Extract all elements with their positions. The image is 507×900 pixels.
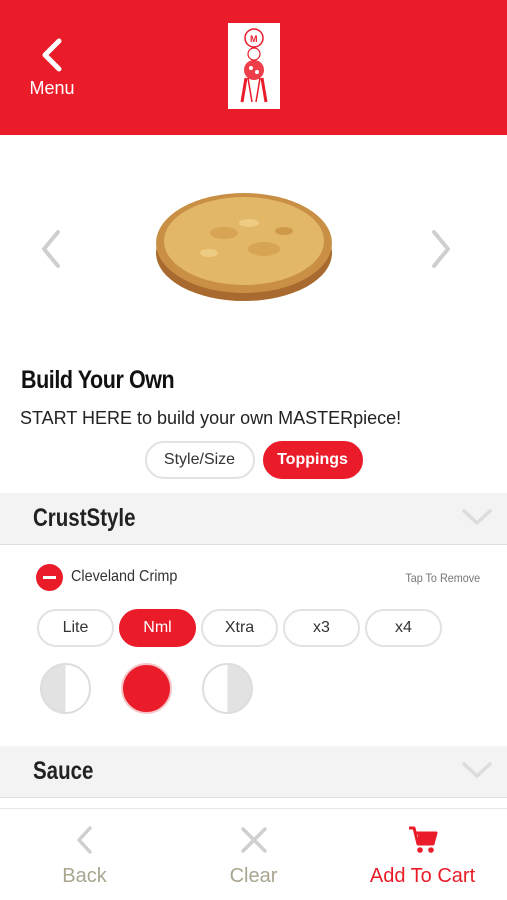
sauce-section-header[interactable]: Sauce [0, 746, 507, 798]
coverage-whole-icon[interactable] [121, 663, 172, 714]
remove-topping-icon[interactable] [36, 564, 63, 591]
product-title: Build Your Own [21, 366, 175, 394]
crust-style-section-header[interactable]: CrustStyle [0, 493, 507, 545]
amount-x3-button[interactable]: x3 [283, 609, 360, 647]
pizza-image [156, 193, 332, 301]
coverage-right-half-icon[interactable] [202, 663, 253, 714]
svg-text:M: M [250, 34, 258, 44]
add-to-cart-button[interactable]: Add To Cart [338, 809, 507, 900]
clear-button[interactable]: Clear [169, 809, 338, 900]
topping-name: Cleveland Crimp [71, 568, 178, 585]
coverage-left-half-icon[interactable] [40, 663, 91, 714]
tab-style-size[interactable]: Style/Size [144, 441, 255, 479]
back-button[interactable]: Back [0, 809, 169, 900]
add-to-cart-label: Add To Cart [369, 865, 476, 887]
clear-label: Clear [229, 865, 278, 887]
product-carousel [0, 135, 507, 360]
amount-options: Lite Nml Xtra x3 x4 [37, 609, 442, 647]
menu-back-button[interactable]: Menu [22, 38, 82, 108]
chevron-left-icon [42, 38, 62, 72]
amount-normal-button[interactable]: Nml [119, 609, 196, 647]
amount-x4-button[interactable]: x4 [365, 609, 442, 647]
coverage-options [40, 663, 253, 714]
app-header: Menu M [0, 0, 507, 135]
menu-back-label: Menu [29, 78, 75, 98]
section-title: Sauce [33, 757, 94, 785]
tap-to-remove-hint[interactable]: Tap To Remove [405, 571, 480, 585]
tab-toppings[interactable]: Toppings [262, 441, 363, 479]
chevron-down-icon[interactable] [461, 507, 493, 527]
chef-mascot-icon: M [240, 28, 268, 103]
builder-tabs: Style/Size Toppings [0, 441, 507, 479]
cart-icon [408, 826, 437, 853]
product-subtitle: START HERE to build your own MASTERpiece… [20, 408, 402, 428]
close-icon [240, 827, 267, 853]
back-label: Back [62, 865, 107, 887]
carousel-next-icon[interactable] [426, 228, 456, 270]
bottom-action-bar: Back Clear Add To Cart [0, 808, 507, 900]
amount-lite-button[interactable]: Lite [37, 609, 114, 647]
chevron-left-icon [76, 826, 92, 854]
amount-extra-button[interactable]: Xtra [201, 609, 278, 647]
topping-row: Cleveland Crimp Tap To Remove [36, 564, 486, 592]
chevron-down-icon[interactable] [461, 760, 493, 780]
brand-logo: M [228, 23, 280, 109]
carousel-prev-icon[interactable] [36, 228, 66, 270]
section-title: CrustStyle [33, 504, 136, 532]
